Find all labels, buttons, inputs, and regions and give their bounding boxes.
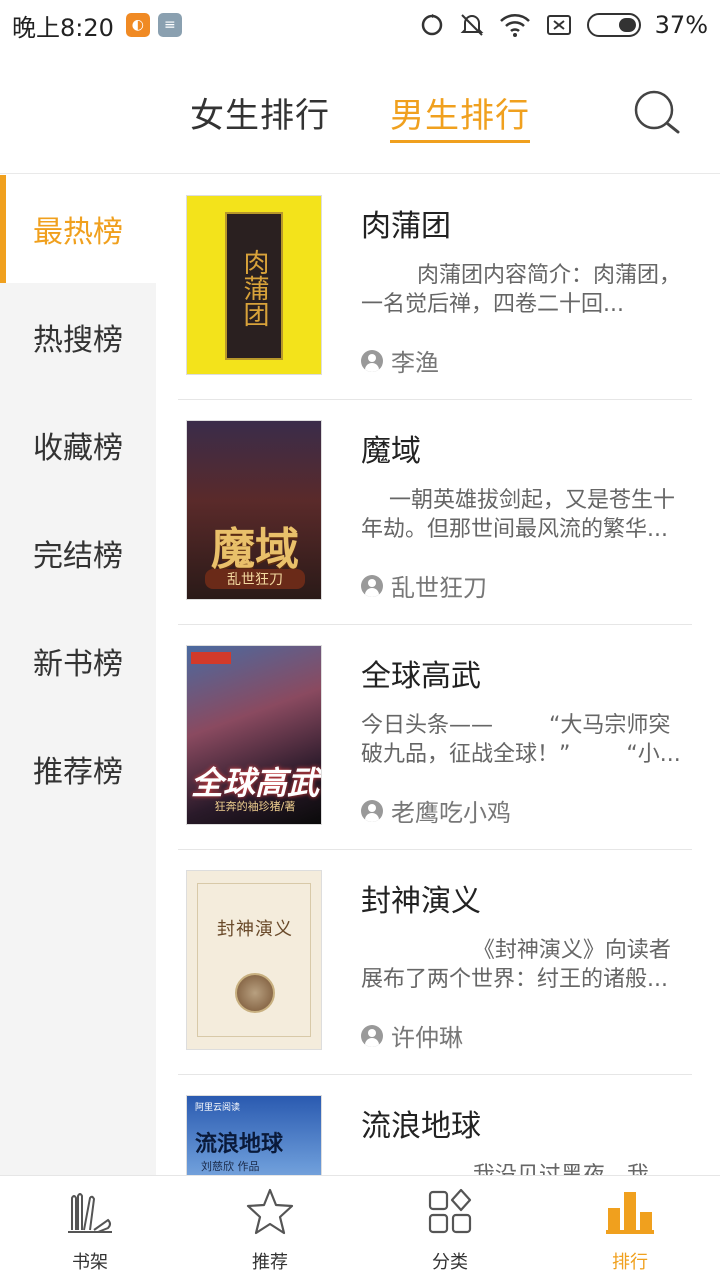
- book-list-item[interactable]: 全球高武 狂奔的袖珍猪/著 全球高武 今日头条—— “大马宗师突破九品，征战全球…: [178, 625, 692, 850]
- book-description: 我没见过黑夜，我没...: [361, 1161, 691, 1175]
- battery-icon: [586, 13, 641, 37]
- sidebar-item-hottest[interactable]: 最热榜: [0, 175, 156, 283]
- ranking-tabs-header: [0, 50, 720, 174]
- battery-percent: 37%: [654, 11, 708, 39]
- active-tab-indicator: [390, 140, 530, 143]
- cover-medallion: [235, 973, 275, 1013]
- sidebar-item-favorites[interactable]: 收藏榜: [0, 391, 156, 499]
- sidebar-item-label: 收藏榜: [33, 431, 123, 466]
- cover-subtitle: 刘慈欣 作品: [201, 1160, 260, 1173]
- nav-bookshelf[interactable]: 书架: [0, 1176, 180, 1280]
- book-author: 乱世狂刀: [361, 568, 487, 603]
- bookshelf-icon: [68, 1193, 112, 1233]
- book-title: 流浪地球: [361, 1109, 481, 1144]
- book-author: 李渔: [361, 343, 439, 378]
- nav-label: 排行: [612, 1252, 648, 1273]
- cover-subtitle: 乱世狂刀: [205, 569, 305, 589]
- book-list-item[interactable]: 魔域 乱世狂刀 魔域 一朝英雄拔剑起，又是苍生十年劫。但那世间最风流的繁华...…: [178, 400, 692, 625]
- author-name: 老鹰吃小鸡: [391, 799, 511, 827]
- book-description: 一朝英雄拔剑起，又是苍生十年劫。但那世间最风流的繁华...: [361, 488, 675, 542]
- author-name: 李渔: [391, 349, 439, 377]
- author-icon: [361, 574, 383, 597]
- book-list: 肉蒲团 肉蒲团 肉蒲团内容简介：肉蒲团，一名觉后禅，四卷二十回... 李渔 魔域…: [156, 175, 720, 1175]
- sidebar-item-completed[interactable]: 完结榜: [0, 499, 156, 607]
- document-notification-icon: ≡: [157, 13, 182, 37]
- category-icon: [428, 1188, 472, 1234]
- author-icon: [361, 349, 383, 372]
- book-author: 许仲琳: [361, 1018, 463, 1053]
- book-title: 肉蒲团: [361, 209, 451, 244]
- book-title: 魔域: [361, 434, 421, 469]
- no-sim-icon: [546, 15, 571, 35]
- nav-label: 推荐: [252, 1252, 288, 1273]
- cover-title: 流浪地球: [195, 1132, 284, 1157]
- book-author: 老鹰吃小鸡: [361, 793, 511, 828]
- book-list-item[interactable]: 封神演义 封神演义 《封神演义》向读者展布了两个世界：纣王的诸般... 许仲琳: [178, 850, 692, 1075]
- status-time: 晚上8:20: [12, 13, 114, 42]
- ranking-category-sidebar: 最热榜 热搜榜 收藏榜 完结榜 新书榜 推荐榜: [0, 175, 156, 1175]
- cover-title: 魔域: [211, 524, 299, 575]
- tab-male-ranking[interactable]: 男生排行: [390, 88, 530, 137]
- mute-bell-icon: [460, 14, 484, 36]
- book-title: 封神演义: [361, 884, 481, 919]
- bottom-navigation: 书架 推荐 分类 排行: [0, 1175, 720, 1280]
- book-title: 全球高武: [361, 659, 481, 694]
- author-icon: [361, 1024, 383, 1047]
- book-list-item[interactable]: 阿里云阅读 流浪地球 刘慈欣 作品 流浪地球 我没见过黑夜，我没...: [178, 1075, 692, 1175]
- cover-subtitle: 狂奔的袖珍猪/著: [214, 800, 296, 813]
- book-list-item[interactable]: 肉蒲团 肉蒲团 肉蒲团内容简介：肉蒲团，一名觉后禅，四卷二十回... 李渔: [178, 175, 692, 400]
- sidebar-item-hot-search[interactable]: 热搜榜: [0, 283, 156, 391]
- sync-icon: [421, 14, 442, 36]
- book-description: 《封神演义》向读者展布了两个世界：纣王的诸般...: [361, 938, 671, 992]
- star-icon: [246, 1188, 294, 1235]
- book-cover[interactable]: 全球高武 狂奔的袖珍猪/著: [186, 645, 322, 825]
- sidebar-item-label: 热搜榜: [33, 323, 123, 358]
- cover-badge: [191, 652, 231, 664]
- book-cover[interactable]: 封神演义: [186, 870, 322, 1050]
- uc-browser-notification-icon: ◐: [125, 13, 150, 37]
- nav-label: 书架: [72, 1252, 108, 1273]
- sidebar-item-label: 完结榜: [33, 539, 123, 574]
- sidebar-item-label: 最热榜: [33, 215, 123, 250]
- book-description: 今日头条—— “大马宗师突破九品，征战全球！” “小...: [361, 713, 681, 767]
- search-icon[interactable]: [632, 88, 682, 138]
- sidebar-item-label: 推荐榜: [33, 755, 123, 790]
- author-name: 乱世狂刀: [391, 574, 487, 602]
- nav-recommend[interactable]: 推荐: [180, 1176, 360, 1280]
- wifi-icon: [499, 14, 530, 37]
- book-cover[interactable]: 魔域 乱世狂刀: [186, 420, 322, 600]
- author-name: 许仲琳: [391, 1024, 463, 1052]
- nav-label: 分类: [432, 1252, 468, 1273]
- cover-publisher: 阿里云阅读: [195, 1103, 241, 1113]
- nav-category[interactable]: 分类: [360, 1176, 540, 1280]
- sidebar-item-recommended[interactable]: 推荐榜: [0, 715, 156, 823]
- cover-title: 封神演义: [217, 919, 293, 940]
- ranking-icon: [606, 1192, 654, 1234]
- author-icon: [361, 799, 383, 822]
- sidebar-item-new-books[interactable]: 新书榜: [0, 607, 156, 715]
- cover-title: 肉蒲团: [239, 249, 269, 327]
- nav-ranking[interactable]: 排行: [540, 1176, 720, 1280]
- status-bar: 晚上8:20 ◐ ≡ 37%: [0, 0, 720, 50]
- tab-female-ranking[interactable]: 女生排行: [190, 88, 330, 137]
- book-cover[interactable]: 阿里云阅读 流浪地球 刘慈欣 作品: [186, 1095, 322, 1175]
- book-cover[interactable]: 肉蒲团: [186, 195, 322, 375]
- book-description: 肉蒲团内容简介：肉蒲团，一名觉后禅，四卷二十回...: [361, 263, 681, 317]
- sidebar-item-label: 新书榜: [33, 647, 123, 682]
